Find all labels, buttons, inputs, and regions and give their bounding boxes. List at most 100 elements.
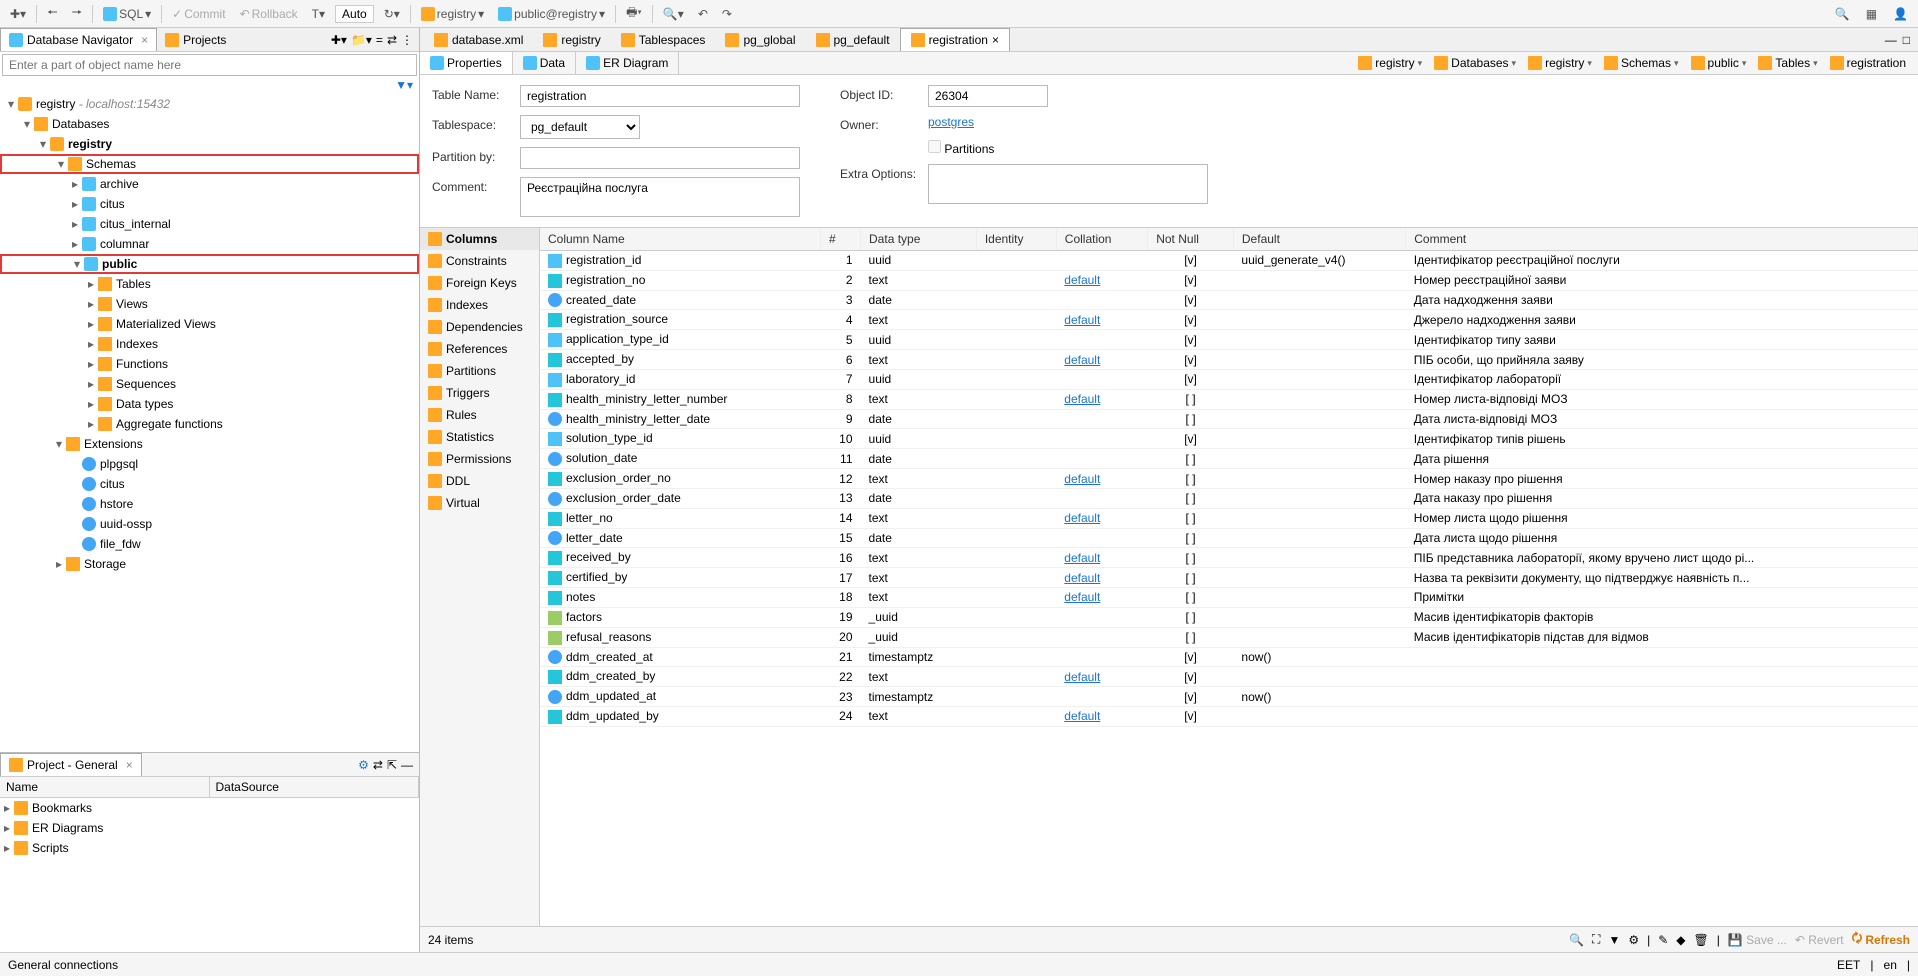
extra-options-input[interactable] [928, 164, 1208, 204]
editor-tab[interactable]: registry [533, 28, 610, 51]
tree-storage[interactable]: ▸Storage [0, 554, 419, 574]
maximize-icon[interactable]: □ [1903, 33, 1910, 47]
collation-link[interactable]: default [1064, 571, 1100, 585]
close-icon[interactable]: × [141, 33, 148, 47]
column-row[interactable]: ddm_updated_at 23 timestamptz [v] now() [540, 687, 1918, 707]
tree-extension[interactable]: citus [0, 474, 419, 494]
column-row[interactable]: health_ministry_letter_date 9 date [ ] Д… [540, 409, 1918, 429]
collation-link[interactable]: default [1064, 709, 1100, 723]
tree-schema[interactable]: ▸columnar [0, 234, 419, 254]
tree-folder[interactable]: ▸Sequences [0, 374, 419, 394]
column-row[interactable]: registration_id 1 uuid [v] uuid_generate… [540, 251, 1918, 271]
tab-db-navigator[interactable]: Database Navigator× [0, 28, 157, 51]
side-tab-statistics[interactable]: Statistics [420, 426, 539, 448]
column-header[interactable]: Collation [1056, 228, 1147, 251]
find-icon[interactable]: 🔍 [1831, 5, 1854, 23]
column-row[interactable]: accepted_by 6 text default [v] ПІБ особи… [540, 350, 1918, 370]
side-tab-ddl[interactable]: DDL [420, 470, 539, 492]
column-row[interactable]: exclusion_order_date 13 date [ ] Дата на… [540, 488, 1918, 508]
user-icon[interactable]: 👤 [1889, 5, 1912, 23]
column-row[interactable]: health_ministry_letter_number 8 text def… [540, 389, 1918, 409]
breadcrumb-item[interactable]: Databases▾ [1430, 54, 1520, 72]
search-icon[interactable]: 🔍▾ [659, 5, 688, 23]
minimize-icon[interactable]: — [1885, 33, 1897, 47]
side-tab-triggers[interactable]: Triggers [420, 382, 539, 404]
collation-link[interactable]: default [1064, 313, 1100, 327]
min-icon[interactable]: — [401, 758, 413, 772]
undo-icon[interactable]: ↶ [694, 5, 712, 23]
project-item[interactable]: ▸Bookmarks [0, 798, 419, 818]
close-icon[interactable]: × [992, 33, 999, 47]
collation-link[interactable]: default [1064, 551, 1100, 565]
column-header[interactable]: Column Name [540, 228, 821, 251]
side-tab-permissions[interactable]: Permissions [420, 448, 539, 470]
collapse-icon[interactable]: ⇱ [387, 758, 397, 772]
refresh-icon[interactable]: ↻▾ [380, 5, 404, 23]
print-icon[interactable]: 🖶▾ [622, 1, 646, 26]
project-item[interactable]: ▸Scripts [0, 838, 419, 858]
tree-schema[interactable]: ▸citus [0, 194, 419, 214]
column-row[interactable]: certified_by 17 text default [ ] Назва т… [540, 568, 1918, 588]
column-row[interactable]: registration_no 2 text default [v] Номер… [540, 270, 1918, 290]
schema-combo[interactable]: public@registry ▾ [494, 5, 609, 23]
column-row[interactable]: registration_source 4 text default [v] Д… [540, 310, 1918, 330]
revert-button[interactable]: ↶ Revert [1795, 933, 1844, 947]
column-row[interactable]: solution_date 11 date [ ] Дата рішення [540, 449, 1918, 469]
search-icon[interactable]: 🔍 [1569, 933, 1584, 947]
tab-properties[interactable]: Properties [420, 52, 513, 74]
new-folder-icon[interactable]: 📁▾ [351, 33, 372, 47]
column-row[interactable]: ddm_created_by 22 text default [v] [540, 667, 1918, 687]
side-tab-foreign-keys[interactable]: Foreign Keys [420, 272, 539, 294]
tree-folder[interactable]: ▸Aggregate functions [0, 414, 419, 434]
breadcrumb-item[interactable]: public▾ [1687, 54, 1751, 72]
tree-schemas[interactable]: ▾Schemas [0, 154, 419, 174]
collation-link[interactable]: default [1064, 670, 1100, 684]
refresh-button[interactable]: 🗘 Refresh [1852, 929, 1910, 950]
tree-folder[interactable]: ▸Views [0, 294, 419, 314]
side-tab-indexes[interactable]: Indexes [420, 294, 539, 316]
partition-input[interactable] [520, 147, 800, 169]
delete-icon[interactable]: 🗑 [1694, 933, 1709, 947]
filter-icon[interactable]: ▼▾ [395, 78, 413, 92]
project-item[interactable]: ▸ER Diagrams [0, 818, 419, 838]
column-row[interactable]: ddm_updated_by 24 text default [v] [540, 707, 1918, 727]
column-row[interactable]: solution_type_id 10 uuid [v] Ідентифікат… [540, 429, 1918, 449]
side-tab-rules[interactable]: Rules [420, 404, 539, 426]
column-row[interactable]: created_date 3 date [v] Дата надходження… [540, 290, 1918, 310]
tree-extension[interactable]: uuid-ossp [0, 514, 419, 534]
side-tab-columns[interactable]: Columns [420, 228, 539, 250]
collation-link[interactable]: default [1064, 511, 1100, 525]
column-row[interactable]: application_type_id 5 uuid [v] Ідентифік… [540, 330, 1918, 350]
gear-icon[interactable]: ⚙ [358, 758, 369, 772]
breadcrumb-item[interactable]: Schemas▾ [1600, 54, 1683, 72]
tree-database[interactable]: ▾registry [0, 134, 419, 154]
partitions-checkbox[interactable]: Partitions [928, 140, 994, 156]
column-header[interactable]: Data type [861, 228, 977, 251]
column-row[interactable]: letter_date 15 date [ ] Дата листа щодо … [540, 528, 1918, 548]
collation-link[interactable]: default [1064, 472, 1100, 486]
column-row[interactable]: received_by 16 text default [ ] ПІБ пред… [540, 548, 1918, 568]
column-header[interactable]: Not Null [1148, 228, 1234, 251]
column-header[interactable]: Comment [1406, 228, 1918, 251]
tree-connection[interactable]: ▾registry - localhost:15432 [0, 94, 419, 114]
gear-icon[interactable]: ⚙ [1628, 933, 1639, 947]
new-conn-icon[interactable]: ✚▾ [331, 33, 347, 47]
column-row[interactable]: letter_no 14 text default [ ] Номер лист… [540, 508, 1918, 528]
new-connection-icon[interactable]: ✚▾ [6, 5, 30, 23]
tree-folder[interactable]: ▸Tables [0, 274, 419, 294]
column-row[interactable]: notes 18 text default [ ] Примітки [540, 588, 1918, 608]
redo-icon[interactable]: ↷ [718, 5, 736, 23]
table-name-input[interactable] [520, 85, 800, 107]
tab-project-general[interactable]: Project - General× [0, 753, 142, 776]
commit-button[interactable]: ✓ Commit [168, 5, 229, 23]
more-icon[interactable]: ⋮ [401, 33, 413, 47]
navigator-search-input[interactable] [2, 54, 417, 76]
column-header[interactable]: Identity [976, 228, 1056, 251]
tree-schema-public[interactable]: ▾public [0, 254, 419, 274]
column-header[interactable]: # [821, 228, 861, 251]
comment-input[interactable]: Реєстраційна послуга [520, 177, 800, 217]
tab-data[interactable]: Data [513, 52, 576, 74]
tree-folder[interactable]: ▸Data types [0, 394, 419, 414]
tree-schema[interactable]: ▸citus_internal [0, 214, 419, 234]
editor-tab[interactable]: pg_default [806, 28, 900, 51]
